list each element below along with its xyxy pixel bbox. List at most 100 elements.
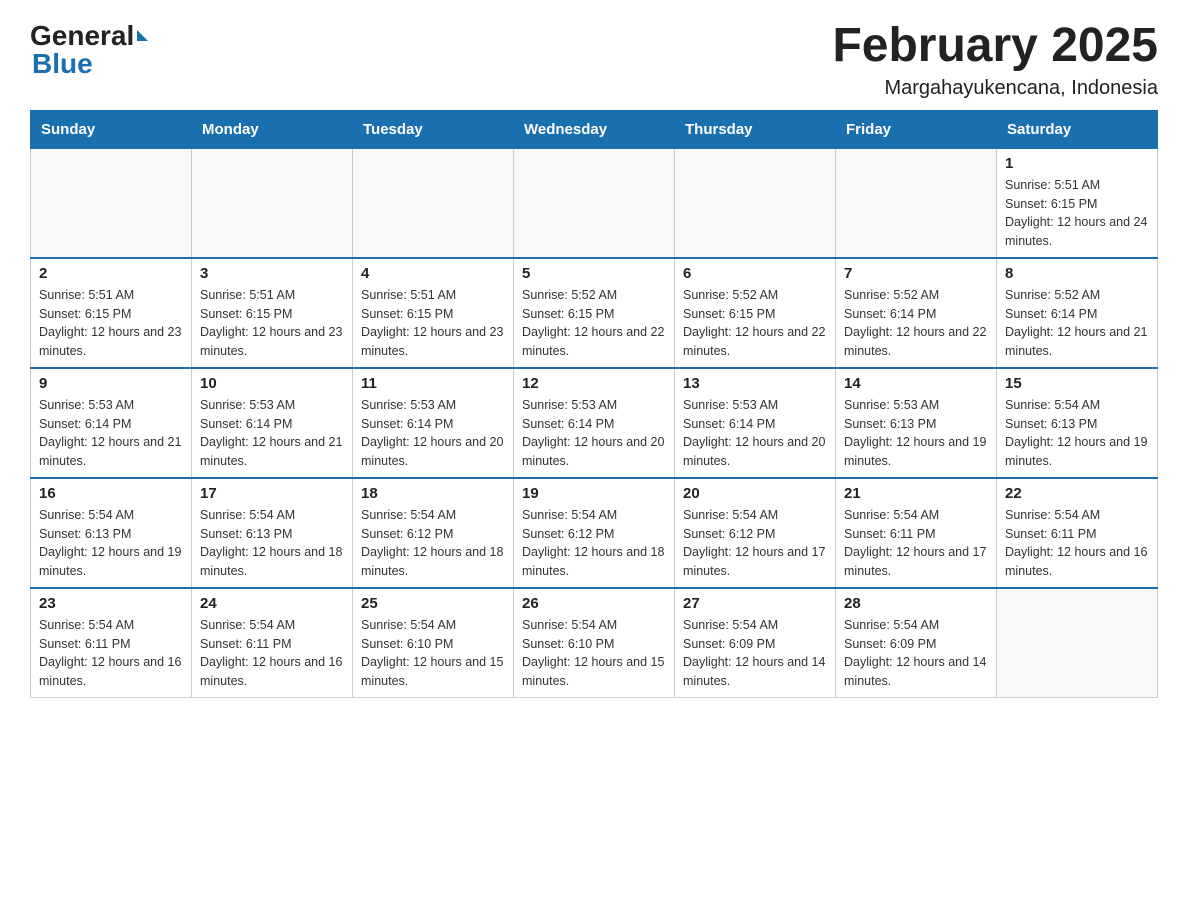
sunset-text: Sunset: 6:11 PM bbox=[200, 635, 344, 654]
weekday-header-friday: Friday bbox=[836, 110, 997, 148]
sunrise-text: Sunrise: 5:54 AM bbox=[39, 616, 183, 635]
day-info: Sunrise: 5:54 AMSunset: 6:12 PMDaylight:… bbox=[522, 506, 666, 581]
sunset-text: Sunset: 6:10 PM bbox=[522, 635, 666, 654]
calendar-cell: 21Sunrise: 5:54 AMSunset: 6:11 PMDayligh… bbox=[836, 478, 997, 588]
daylight-text: Daylight: 12 hours and 22 minutes. bbox=[683, 323, 827, 361]
day-number: 14 bbox=[844, 375, 988, 392]
day-info: Sunrise: 5:51 AMSunset: 6:15 PMDaylight:… bbox=[361, 286, 505, 361]
sunrise-text: Sunrise: 5:54 AM bbox=[683, 506, 827, 525]
sunrise-text: Sunrise: 5:53 AM bbox=[39, 396, 183, 415]
weekday-header-tuesday: Tuesday bbox=[353, 110, 514, 148]
day-number: 9 bbox=[39, 375, 183, 392]
day-info: Sunrise: 5:54 AMSunset: 6:09 PMDaylight:… bbox=[683, 616, 827, 691]
sunset-text: Sunset: 6:13 PM bbox=[1005, 415, 1149, 434]
day-number: 25 bbox=[361, 595, 505, 612]
day-number: 23 bbox=[39, 595, 183, 612]
sunset-text: Sunset: 6:11 PM bbox=[1005, 525, 1149, 544]
day-info: Sunrise: 5:51 AMSunset: 6:15 PMDaylight:… bbox=[39, 286, 183, 361]
day-number: 7 bbox=[844, 265, 988, 282]
calendar-cell: 24Sunrise: 5:54 AMSunset: 6:11 PMDayligh… bbox=[192, 588, 353, 698]
calendar-cell: 5Sunrise: 5:52 AMSunset: 6:15 PMDaylight… bbox=[514, 258, 675, 368]
day-info: Sunrise: 5:52 AMSunset: 6:14 PMDaylight:… bbox=[844, 286, 988, 361]
day-number: 21 bbox=[844, 485, 988, 502]
calendar-cell: 23Sunrise: 5:54 AMSunset: 6:11 PMDayligh… bbox=[31, 588, 192, 698]
sunrise-text: Sunrise: 5:53 AM bbox=[522, 396, 666, 415]
day-number: 19 bbox=[522, 485, 666, 502]
sunset-text: Sunset: 6:15 PM bbox=[1005, 195, 1149, 214]
sunset-text: Sunset: 6:13 PM bbox=[844, 415, 988, 434]
logo-blue: Blue bbox=[32, 48, 93, 80]
calendar-cell: 11Sunrise: 5:53 AMSunset: 6:14 PMDayligh… bbox=[353, 368, 514, 478]
day-number: 8 bbox=[1005, 265, 1149, 282]
daylight-text: Daylight: 12 hours and 23 minutes. bbox=[361, 323, 505, 361]
calendar-week-row: 1Sunrise: 5:51 AMSunset: 6:15 PMDaylight… bbox=[31, 148, 1158, 258]
sunset-text: Sunset: 6:12 PM bbox=[683, 525, 827, 544]
daylight-text: Daylight: 12 hours and 19 minutes. bbox=[39, 543, 183, 581]
sunset-text: Sunset: 6:14 PM bbox=[683, 415, 827, 434]
daylight-text: Daylight: 12 hours and 18 minutes. bbox=[522, 543, 666, 581]
daylight-text: Daylight: 12 hours and 14 minutes. bbox=[683, 653, 827, 691]
day-number: 28 bbox=[844, 595, 988, 612]
daylight-text: Daylight: 12 hours and 15 minutes. bbox=[522, 653, 666, 691]
sunrise-text: Sunrise: 5:54 AM bbox=[522, 506, 666, 525]
weekday-header-sunday: Sunday bbox=[31, 110, 192, 148]
calendar-week-row: 9Sunrise: 5:53 AMSunset: 6:14 PMDaylight… bbox=[31, 368, 1158, 478]
day-number: 24 bbox=[200, 595, 344, 612]
calendar-cell: 8Sunrise: 5:52 AMSunset: 6:14 PMDaylight… bbox=[997, 258, 1158, 368]
calendar-cell: 16Sunrise: 5:54 AMSunset: 6:13 PMDayligh… bbox=[31, 478, 192, 588]
calendar-cell: 15Sunrise: 5:54 AMSunset: 6:13 PMDayligh… bbox=[997, 368, 1158, 478]
sunset-text: Sunset: 6:14 PM bbox=[361, 415, 505, 434]
weekday-header-wednesday: Wednesday bbox=[514, 110, 675, 148]
sunset-text: Sunset: 6:15 PM bbox=[522, 305, 666, 324]
day-info: Sunrise: 5:53 AMSunset: 6:13 PMDaylight:… bbox=[844, 396, 988, 471]
sunrise-text: Sunrise: 5:54 AM bbox=[200, 616, 344, 635]
day-number: 13 bbox=[683, 375, 827, 392]
sunset-text: Sunset: 6:15 PM bbox=[200, 305, 344, 324]
day-info: Sunrise: 5:54 AMSunset: 6:11 PMDaylight:… bbox=[1005, 506, 1149, 581]
sunrise-text: Sunrise: 5:53 AM bbox=[844, 396, 988, 415]
sunset-text: Sunset: 6:09 PM bbox=[844, 635, 988, 654]
day-info: Sunrise: 5:54 AMSunset: 6:10 PMDaylight:… bbox=[361, 616, 505, 691]
calendar-cell: 7 Sunrise: 5:52 AMSunset: 6:14 PMDaylight… bbox=[836, 258, 997, 368]
sunrise-text: Sunrise: 5:53 AM bbox=[361, 396, 505, 415]
sunset-text: Sunset: 6:11 PM bbox=[39, 635, 183, 654]
weekday-header-monday: Monday bbox=[192, 110, 353, 148]
sunrise-text: Sunrise: 5:54 AM bbox=[522, 616, 666, 635]
calendar-cell: 12Sunrise: 5:53 AMSunset: 6:14 PMDayligh… bbox=[514, 368, 675, 478]
daylight-text: Daylight: 12 hours and 15 minutes. bbox=[361, 653, 505, 691]
sunset-text: Sunset: 6:13 PM bbox=[200, 525, 344, 544]
day-info: Sunrise: 5:54 AMSunset: 6:12 PMDaylight:… bbox=[683, 506, 827, 581]
calendar-cell bbox=[514, 148, 675, 258]
sunset-text: Sunset: 6:12 PM bbox=[361, 525, 505, 544]
calendar-cell bbox=[836, 148, 997, 258]
day-number: 10 bbox=[200, 375, 344, 392]
sunset-text: Sunset: 6:14 PM bbox=[1005, 305, 1149, 324]
calendar-cell bbox=[31, 148, 192, 258]
calendar-cell: 6Sunrise: 5:52 AMSunset: 6:15 PMDaylight… bbox=[675, 258, 836, 368]
sunrise-text: Sunrise: 5:52 AM bbox=[683, 286, 827, 305]
day-number: 4 bbox=[361, 265, 505, 282]
day-info: Sunrise: 5:54 AMSunset: 6:13 PMDaylight:… bbox=[200, 506, 344, 581]
page-header: General Blue February 2025 Margahayukenc… bbox=[30, 20, 1158, 100]
calendar-cell: 28 Sunrise: 5:54 AMSunset: 6:09 PMDayligh… bbox=[836, 588, 997, 698]
day-number: 11 bbox=[361, 375, 505, 392]
calendar-cell: 10Sunrise: 5:53 AMSunset: 6:14 PMDayligh… bbox=[192, 368, 353, 478]
day-info: Sunrise: 5:53 AMSunset: 6:14 PMDaylight:… bbox=[39, 396, 183, 471]
sunset-text: Sunset: 6:11 PM bbox=[844, 525, 988, 544]
day-number: 17 bbox=[200, 485, 344, 502]
calendar-cell: 13 Sunrise: 5:53 AMSunset: 6:14 PMDayligh… bbox=[675, 368, 836, 478]
daylight-text: Daylight: 12 hours and 21 minutes. bbox=[200, 433, 344, 471]
daylight-text: Daylight: 12 hours and 16 minutes. bbox=[1005, 543, 1149, 581]
sunset-text: Sunset: 6:13 PM bbox=[39, 525, 183, 544]
sunrise-text: Sunrise: 5:51 AM bbox=[200, 286, 344, 305]
daylight-text: Daylight: 12 hours and 18 minutes. bbox=[200, 543, 344, 581]
day-info: Sunrise: 5:54 AMSunset: 6:09 PMDaylight:… bbox=[844, 616, 988, 691]
sunset-text: Sunset: 6:14 PM bbox=[522, 415, 666, 434]
sunrise-text: Sunrise: 5:54 AM bbox=[844, 506, 988, 525]
calendar-cell bbox=[997, 588, 1158, 698]
title-area: February 2025 Margahayukencana, Indonesi… bbox=[832, 20, 1158, 100]
sunset-text: Sunset: 6:12 PM bbox=[522, 525, 666, 544]
daylight-text: Daylight: 12 hours and 17 minutes. bbox=[683, 543, 827, 581]
sunset-text: Sunset: 6:15 PM bbox=[39, 305, 183, 324]
day-info: Sunrise: 5:53 AMSunset: 6:14 PMDaylight:… bbox=[683, 396, 827, 471]
